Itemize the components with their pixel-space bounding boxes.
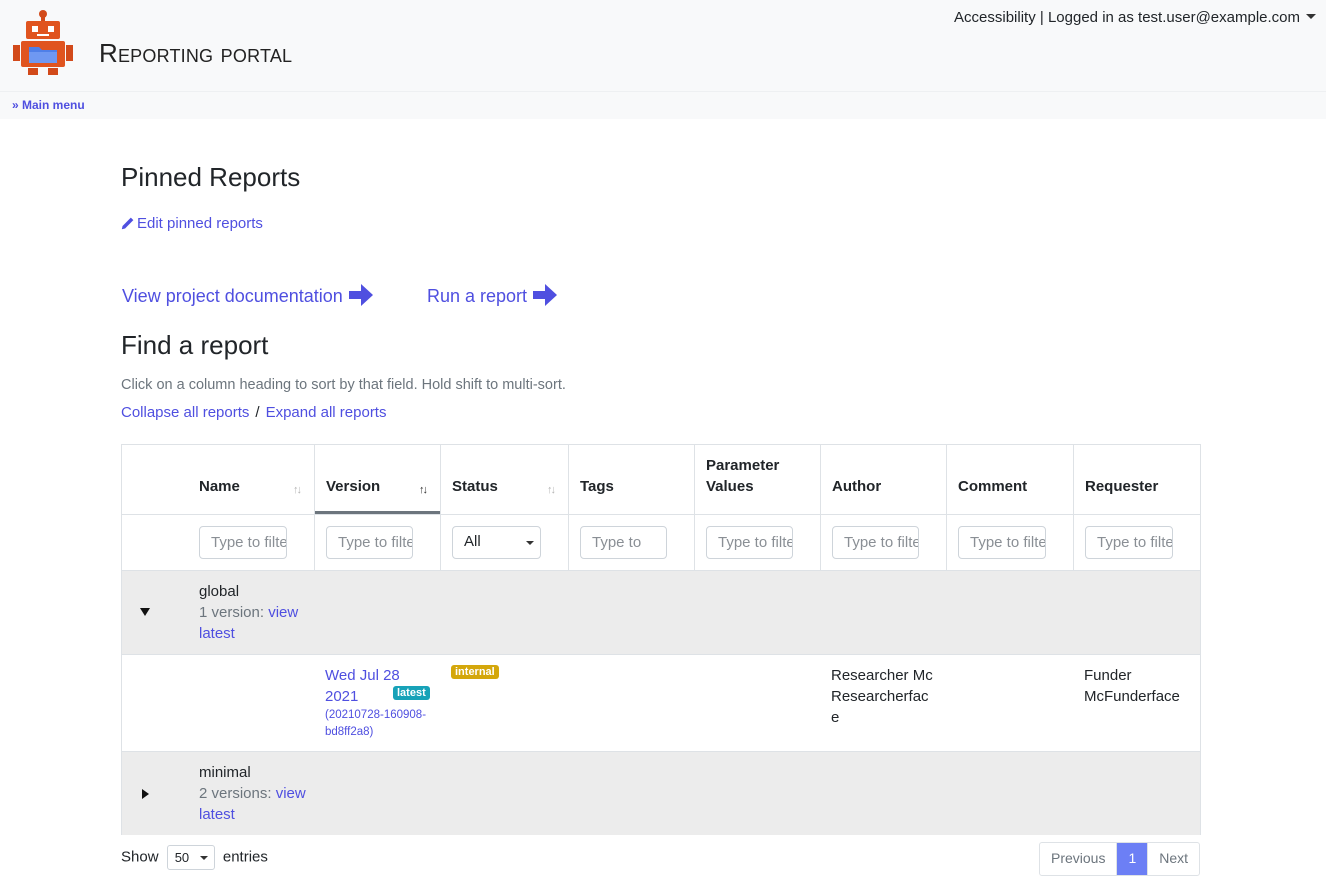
page-length-value: 50 bbox=[174, 850, 190, 865]
column-header-comment: Comment bbox=[958, 478, 1028, 495]
app-title: Reporting portal bbox=[99, 38, 293, 68]
main-menu-link[interactable]: » Main menu bbox=[12, 98, 85, 112]
user-bar: Accessibility | Logged in as test.user@e… bbox=[954, 9, 1316, 26]
reports-table: Name ↑↓ Version ↑↓ Status ↑↓ Tags Parame… bbox=[121, 444, 1201, 835]
separator: / bbox=[255, 404, 260, 421]
arrow-right-icon bbox=[348, 284, 373, 306]
pinned-reports-title: Pinned Reports bbox=[121, 162, 301, 192]
find-report-title: Find a report bbox=[121, 330, 269, 360]
logged-in-label: Logged in as test.user@example.com bbox=[1047, 9, 1300, 26]
sorted-column-indicator bbox=[315, 511, 440, 514]
sort-hint: Click on a column heading to sort by tha… bbox=[121, 377, 566, 393]
pagination: Previous 1 Next bbox=[1039, 842, 1201, 876]
status-filter-value: All bbox=[464, 533, 481, 550]
previous-page-button[interactable]: Previous bbox=[1040, 843, 1118, 875]
comment-filter-input[interactable]: Type to filter bbox=[958, 526, 1046, 559]
author-filter-input[interactable]: Type to filter bbox=[832, 526, 919, 559]
accessibility-link[interactable]: Accessibility bbox=[954, 9, 1036, 26]
versions-count: 2 versions: bbox=[199, 785, 272, 802]
robot-logo-icon bbox=[13, 10, 73, 75]
column-header-tags: Tags bbox=[580, 478, 614, 495]
caret-down-icon bbox=[526, 541, 534, 545]
report-versions-summary: 2 versions: view latest bbox=[199, 783, 309, 825]
page-length-select[interactable]: 50 bbox=[166, 845, 215, 870]
name-filter-input[interactable]: Type to filter bbox=[199, 526, 287, 559]
requester-cell: Funder McFunderface bbox=[1084, 667, 1180, 705]
version-filter-input[interactable]: Type to filter bbox=[326, 526, 413, 559]
sort-icon[interactable]: ↑↓ bbox=[293, 484, 302, 496]
column-header-requester: Requester bbox=[1085, 478, 1159, 495]
report-group-row: minimal 2 versions: view latest bbox=[122, 751, 1200, 835]
page-1-button[interactable]: 1 bbox=[1117, 843, 1149, 875]
separator: | bbox=[1039, 9, 1044, 26]
status-badge: internal bbox=[451, 665, 499, 679]
tags-filter-input[interactable]: Type to bbox=[580, 526, 667, 559]
versions-count: 1 version: bbox=[199, 604, 265, 621]
latest-badge: latest bbox=[393, 686, 430, 700]
requester-filter-input[interactable]: Type to filter bbox=[1085, 526, 1173, 559]
view-documentation-link[interactable]: View project documentation bbox=[122, 284, 373, 307]
column-header-name[interactable]: Name bbox=[199, 476, 240, 497]
show-label: Show bbox=[121, 848, 159, 866]
column-header-status[interactable]: Status bbox=[452, 476, 498, 497]
parameter-values-filter-input[interactable]: Type to filter bbox=[706, 526, 793, 559]
arrow-right-icon bbox=[533, 284, 558, 306]
run-report-label: Run a report bbox=[427, 286, 528, 306]
caret-down-icon bbox=[1306, 14, 1316, 19]
page-length-control: Show 50 entries bbox=[121, 845, 268, 870]
user-menu-toggle[interactable]: Logged in as test.user@example.com bbox=[1048, 9, 1316, 26]
entries-label: entries bbox=[222, 848, 268, 866]
report-name: global bbox=[199, 583, 240, 600]
edit-pinned-label: Edit pinned reports bbox=[137, 215, 263, 232]
version-row: Wed Jul 28 2021 latest (20210728-160908-… bbox=[122, 654, 1200, 751]
column-header-parameter-values: Parameter Values bbox=[706, 457, 780, 495]
version-id-link[interactable]: (20210728-160908-bd8ff2a8) bbox=[325, 707, 435, 741]
pencil-icon bbox=[121, 217, 134, 230]
version-date-link[interactable]: Wed Jul 28 2021 bbox=[325, 665, 400, 707]
report-name: minimal bbox=[199, 764, 251, 781]
report-versions-summary: 1 version: view latest bbox=[199, 602, 309, 644]
status-filter-select[interactable]: All bbox=[452, 526, 541, 559]
breadcrumb: » Main menu bbox=[0, 91, 1326, 119]
edit-pinned-reports-link[interactable]: Edit pinned reports bbox=[121, 215, 263, 232]
column-header-author: Author bbox=[832, 478, 882, 495]
collapse-all-link[interactable]: Collapse all reports bbox=[121, 404, 249, 421]
view-documentation-label: View project documentation bbox=[122, 286, 343, 306]
column-header-version[interactable]: Version bbox=[326, 476, 380, 497]
header: Reporting portal Accessibility | Logged … bbox=[0, 0, 1326, 91]
sort-icon[interactable]: ↑↓ bbox=[547, 484, 556, 496]
next-page-button[interactable]: Next bbox=[1148, 843, 1199, 875]
collapse-expand-bar: Collapse all reports / Expand all reports bbox=[121, 404, 386, 421]
expand-all-link[interactable]: Expand all reports bbox=[266, 404, 387, 421]
report-group-row: global 1 version: view latest bbox=[122, 570, 1200, 654]
sort-desc-icon[interactable]: ↑↓ bbox=[419, 484, 428, 496]
expand-toggle-icon[interactable] bbox=[142, 789, 149, 799]
author-cell: Researcher McResearcherface bbox=[831, 667, 933, 726]
run-report-link[interactable]: Run a report bbox=[427, 284, 558, 307]
collapse-toggle-icon[interactable] bbox=[140, 608, 150, 616]
caret-down-icon bbox=[199, 856, 208, 860]
